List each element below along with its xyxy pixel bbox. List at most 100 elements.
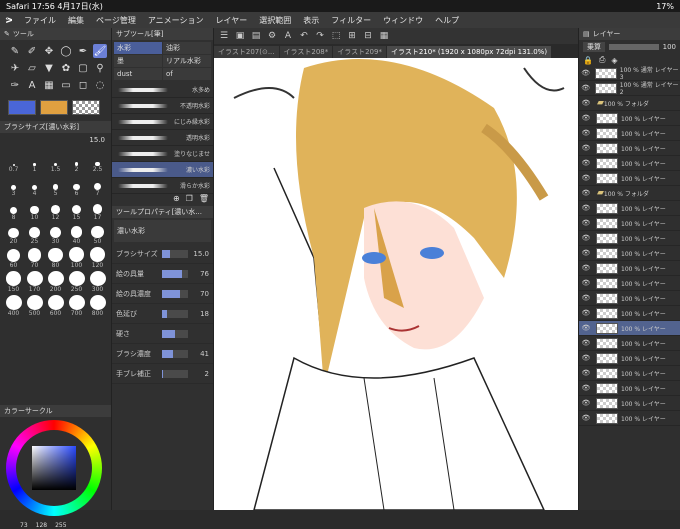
frame-tool-icon[interactable]: ◻ [76, 78, 90, 92]
layer-row[interactable]: 👁 100 % レイヤー [579, 111, 680, 126]
brush-item[interactable]: 塗りなじませ [112, 146, 213, 162]
reference-icon[interactable]: ◈ [611, 56, 617, 65]
gradient-tool-icon[interactable]: ▦ [42, 78, 56, 92]
property-slider[interactable] [162, 289, 188, 298]
visibility-eye-icon[interactable]: 👁 [579, 99, 593, 107]
brush-size-preset[interactable]: 15 [67, 199, 86, 221]
property-slider[interactable] [162, 369, 188, 378]
menu-item[interactable]: ヘルプ [429, 15, 465, 26]
visibility-eye-icon[interactable]: 👁 [579, 414, 593, 422]
brush-size-preset[interactable]: 200 [46, 271, 65, 293]
visibility-eye-icon[interactable]: 👁 [579, 189, 593, 197]
brush-size-preset[interactable]: 250 [67, 271, 86, 293]
brush-size-preset[interactable]: 700 [67, 295, 86, 317]
layer-row[interactable]: 👁 ▰ 100 % フォルダ [579, 96, 680, 111]
brush-tool-icon[interactable]: 🖌 [93, 44, 107, 58]
brush-size-preset[interactable]: 40 [67, 223, 86, 245]
visibility-eye-icon[interactable]: 👁 [579, 399, 593, 407]
tool-property-row[interactable]: 硬さ [112, 324, 213, 344]
clip-icon[interactable]: ⎙ [599, 55, 605, 65]
visibility-eye-icon[interactable]: 👁 [579, 279, 593, 287]
brush-size-preset[interactable]: 80 [46, 247, 65, 269]
visibility-eye-icon[interactable]: 👁 [579, 354, 593, 362]
menu-item[interactable]: ウィンドウ [377, 15, 429, 26]
subtool-tab[interactable]: 油彩 [163, 42, 211, 54]
brush-size-preset[interactable]: 10 [25, 199, 44, 221]
menu-item[interactable]: フィルター [325, 15, 377, 26]
document-tab[interactable]: イラスト208* [279, 46, 333, 58]
menu-item[interactable]: 編集 [62, 15, 90, 26]
document-tab[interactable]: イラスト207(⊙... [214, 46, 279, 58]
select-all-icon[interactable]: ⊞ [346, 30, 358, 42]
property-slider[interactable] [162, 309, 188, 318]
visibility-eye-icon[interactable]: 👁 [579, 264, 593, 272]
layer-row[interactable]: 👁 100 % レイヤー [579, 201, 680, 216]
layer-row[interactable]: 👁 100 % レイヤー [579, 156, 680, 171]
ruler-tool-icon[interactable]: ▭ [59, 78, 73, 92]
brush-item[interactable]: 滑らか水彩 [112, 178, 213, 194]
brush-item[interactable]: 水多め [112, 82, 213, 98]
menu-item[interactable]: ページ管理 [90, 15, 142, 26]
property-slider[interactable] [162, 269, 188, 278]
delete-brush-icon[interactable]: 🗑 [199, 194, 209, 206]
tool-property-row[interactable]: 色延び 18 [112, 304, 213, 324]
brush-size-preset[interactable]: 150 [4, 271, 23, 293]
brush-item[interactable]: にじみ縁水彩 [112, 114, 213, 130]
pen-tool-icon[interactable]: ✒ [76, 44, 90, 58]
brush-size-preset[interactable]: 30 [46, 223, 65, 245]
menu-item[interactable]: レイヤー [210, 15, 254, 26]
grid-icon[interactable]: ▦ [378, 30, 390, 42]
visibility-eye-icon[interactable]: 👁 [579, 324, 593, 332]
brush-item[interactable]: 透明水彩 [112, 130, 213, 146]
visibility-eye-icon[interactable]: 👁 [579, 294, 593, 302]
balloon-tool-icon[interactable]: ◌ [93, 78, 107, 92]
menu-item[interactable]: ファイル [18, 15, 62, 26]
brush-size-preset[interactable]: 170 [25, 271, 44, 293]
layer-row[interactable]: 👁 100 % レイヤー [579, 321, 680, 336]
zoom-tool-icon[interactable]: ✎ [8, 44, 22, 58]
layer-row[interactable]: 👁 100 % レイヤー [579, 246, 680, 261]
brush-size-preset[interactable]: 1.5 [46, 151, 65, 173]
brush-item[interactable]: 不透明水彩 [112, 98, 213, 114]
tool-property-row[interactable]: 絵の具濃度 70 [112, 284, 213, 304]
brush-size-preset[interactable]: 17 [88, 199, 107, 221]
brush-size-preset[interactable]: 5 [46, 175, 65, 197]
main-color-swatch[interactable] [8, 100, 36, 115]
visibility-eye-icon[interactable]: 👁 [579, 249, 593, 257]
menu-item[interactable]: アニメーション [142, 15, 210, 26]
drawing-canvas[interactable] [214, 58, 578, 510]
brush-size-preset[interactable]: 12 [46, 199, 65, 221]
layer-row[interactable]: 👁 100 % レイヤー [579, 126, 680, 141]
visibility-eye-icon[interactable]: 👁 [579, 159, 593, 167]
visibility-eye-icon[interactable]: 👁 [579, 69, 592, 77]
menu-icon[interactable]: ☰ [218, 30, 230, 42]
brush-size-preset[interactable]: 3 [4, 175, 23, 197]
transform-icon[interactable]: ⬚ [330, 30, 342, 42]
visibility-eye-icon[interactable]: 👁 [579, 114, 593, 122]
select-tool-icon[interactable]: ▢ [76, 61, 90, 75]
magnifier-icon[interactable]: ⚲ [93, 61, 107, 75]
layer-row[interactable]: 👁 100 % レイヤー [579, 411, 680, 426]
layer-row[interactable]: 👁 100 % レイヤー [579, 291, 680, 306]
layer-row[interactable]: 👁 100 % レイヤー [579, 306, 680, 321]
visibility-eye-icon[interactable]: 👁 [579, 129, 593, 137]
brush-size-preset[interactable]: 300 [88, 271, 107, 293]
subtool-tab[interactable]: dust [114, 68, 162, 80]
layer-row[interactable]: 👁 100 % レイヤー [579, 336, 680, 351]
tool-property-row[interactable]: 絵の具量 76 [112, 264, 213, 284]
brush-size-preset[interactable]: 2.5 [88, 151, 107, 173]
visibility-eye-icon[interactable]: 👁 [579, 339, 593, 347]
brush-size-preset[interactable]: 120 [88, 247, 107, 269]
add-brush-icon[interactable]: ⊕ [173, 194, 180, 206]
visibility-eye-icon[interactable]: 👁 [579, 174, 593, 182]
layer-row[interactable]: 👁 100 % レイヤー [579, 141, 680, 156]
brush-item[interactable]: 濃い水彩 [112, 162, 213, 178]
lasso-tool-icon[interactable]: ◯ [59, 44, 73, 58]
layer-row[interactable]: 👁 100 % レイヤー [579, 396, 680, 411]
brush-size-preset[interactable]: 4 [25, 175, 44, 197]
text-tool-icon[interactable]: A [25, 78, 39, 92]
document-tab[interactable]: イラスト209* [333, 46, 386, 58]
subtool-tab[interactable]: 水彩 [114, 42, 162, 54]
save-icon[interactable]: ▤ [250, 30, 262, 42]
brush-size-preset[interactable]: 2 [67, 151, 86, 173]
